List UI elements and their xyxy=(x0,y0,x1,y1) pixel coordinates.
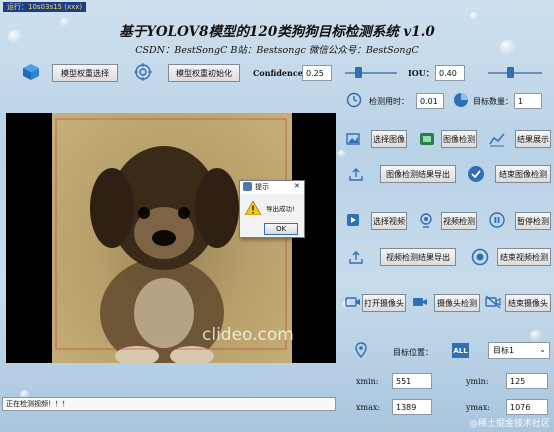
end-video-detect-button[interactable]: 结束视频检测 xyxy=(497,248,551,266)
model-init-button[interactable]: 模型权重初始化 xyxy=(168,64,240,82)
cube-icon xyxy=(22,63,40,81)
target-count-value: 1 xyxy=(514,93,542,109)
export-video-result-button[interactable]: 视频检测结果导出 xyxy=(380,248,456,266)
target-select-value: 目标1 xyxy=(493,346,515,355)
location-pin-icon xyxy=(354,342,368,358)
ymax-label: ymax: xyxy=(466,403,491,412)
image-detect-icon xyxy=(419,131,435,147)
target-select-dropdown[interactable]: 目标1 ⌄ xyxy=(488,342,550,359)
app-subtitle: CSDN：BestSongC B站：Bestsongc 微信公众号：BestSo… xyxy=(135,45,419,56)
dialog-ok-button[interactable]: OK xyxy=(264,223,298,235)
image-icon xyxy=(346,132,360,146)
upload-icon xyxy=(349,250,363,264)
iou-slider-thumb[interactable] xyxy=(506,67,514,78)
camera-off-icon xyxy=(485,295,501,309)
target-icon xyxy=(134,63,152,81)
app-title: 基于YOLOV8模型的120类狗狗目标检测系统 v1.0 xyxy=(119,24,435,40)
camera-icon xyxy=(345,295,361,309)
dialog-title: 提示 xyxy=(255,183,269,191)
target-position-label: 目标位置： xyxy=(393,348,433,357)
video-icon xyxy=(346,213,360,227)
line-chart-icon xyxy=(489,131,505,147)
dialog-app-icon xyxy=(243,182,252,191)
target-count-label: 目标数量： xyxy=(473,97,513,106)
alert-dialog: 提示 ✕ 导出成功! OK xyxy=(239,180,305,238)
ymax-value: 1076 xyxy=(506,399,548,415)
site-watermark: @稀土掘金技术社区 xyxy=(468,419,550,429)
detect-time-value: 0.01 xyxy=(416,93,444,109)
select-video-button[interactable]: 选择视频 xyxy=(371,212,407,230)
dialog-title-bar: 提示 ✕ xyxy=(240,181,304,194)
dialog-message: 导出成功! xyxy=(266,205,295,213)
chevron-down-icon: ⌄ xyxy=(539,345,546,354)
image-detect-button[interactable]: 图像检测 xyxy=(441,130,477,148)
xmin-label: xmin: xyxy=(356,377,379,386)
confidence-slider[interactable] xyxy=(345,72,397,74)
detect-time-label: 检测用时： xyxy=(369,97,409,106)
webcam-icon xyxy=(418,212,434,228)
confidence-label: Confidence: xyxy=(253,68,306,78)
xmin-value: 551 xyxy=(392,373,432,389)
video-camera-icon xyxy=(412,295,428,309)
iou-slider[interactable] xyxy=(488,72,542,74)
pause-detect-button[interactable]: 暂停检测 xyxy=(515,212,551,230)
image-watermark: clideo.com xyxy=(202,325,294,345)
pie-chart-icon xyxy=(453,92,469,108)
end-camera-button[interactable]: 结束摄像头 xyxy=(505,294,551,312)
confidence-spinbox[interactable]: 0.25 xyxy=(302,65,332,81)
stop-circle-icon xyxy=(471,248,489,266)
water-drop xyxy=(338,150,346,158)
dialog-close-button[interactable]: ✕ xyxy=(294,182,300,190)
window-title-bar: 运行：10s03s15 (xxx) xyxy=(0,0,554,14)
show-result-button[interactable]: 结果展示 xyxy=(515,130,551,148)
confidence-slider-thumb[interactable] xyxy=(355,67,362,78)
xmax-value: 1389 xyxy=(392,399,432,415)
clock-icon xyxy=(346,92,362,108)
status-bar: 正在检测视频！！！ xyxy=(2,397,336,411)
iou-spinbox[interactable]: 0.40 xyxy=(435,65,465,81)
warning-icon xyxy=(245,201,261,215)
image-display: clideo.com xyxy=(6,113,336,363)
check-circle-icon xyxy=(467,165,485,183)
ymin-value: 125 xyxy=(506,373,548,389)
model-select-button[interactable]: 模型权重选择 xyxy=(52,64,118,82)
detected-image: clideo.com xyxy=(52,113,294,363)
all-icon: ALL xyxy=(452,343,469,358)
pause-icon xyxy=(489,212,505,228)
end-image-detect-button[interactable]: 结束图像检测 xyxy=(495,165,551,183)
water-drop xyxy=(530,330,542,342)
open-camera-button[interactable]: 打开摄像头 xyxy=(362,294,406,312)
camera-detect-button[interactable]: 摄像头检测 xyxy=(434,294,480,312)
window-title: 运行：10s03s15 (xxx) xyxy=(3,2,87,12)
xmax-label: xmax: xyxy=(356,403,381,412)
select-image-button[interactable]: 选择图像 xyxy=(371,130,407,148)
export-image-result-button[interactable]: 图像检测结果导出 xyxy=(380,165,456,183)
video-detect-button[interactable]: 视频检测 xyxy=(441,212,477,230)
upload-icon xyxy=(349,167,363,181)
ymin-label: ymin: xyxy=(466,377,489,386)
iou-label: IOU： xyxy=(408,68,434,78)
